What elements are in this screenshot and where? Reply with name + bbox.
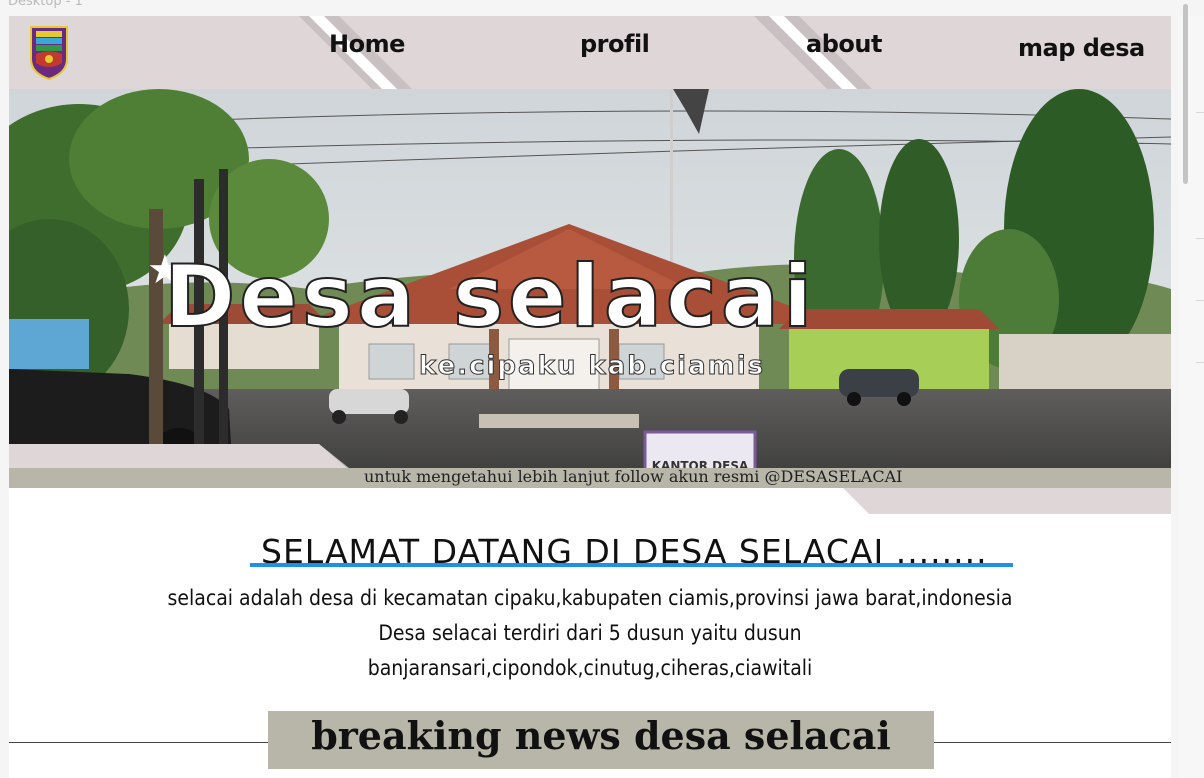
description-line-3: banjaransari,cipondok,cinutug,ciheras,ci… — [367, 656, 813, 680]
hero-subtitle: ke.cipaku kab.ciamis — [418, 351, 766, 382]
follow-instagram-text: untuk mengetahui lebih lanjut follow aku… — [364, 467, 903, 486]
strip-divider — [1196, 362, 1204, 363]
nav-profil-link[interactable]: profil — [580, 30, 650, 58]
hero-title: Desa selacai — [163, 246, 817, 348]
scrollbar-thumb[interactable] — [1183, 4, 1188, 184]
description-line-2: Desa selacai terdiri dari 5 dusun yaitu … — [378, 621, 802, 645]
page: Home profil about map desa KANTOR DESA ★… — [9, 16, 1171, 778]
nav-map-desa-link[interactable]: map desa — [1018, 34, 1145, 62]
village-logo — [30, 26, 68, 81]
welcome-underline — [250, 563, 1013, 567]
side-panel-strip — [1178, 16, 1204, 778]
hero-banner: KANTOR DESA ★ Desa selacai ke.cipaku kab… — [9, 89, 1171, 474]
nav-home-link[interactable]: Home — [329, 30, 405, 58]
strip-divider — [1196, 300, 1204, 301]
breaking-news-banner: breaking news desa selacai — [268, 711, 934, 769]
strip-divider — [1196, 112, 1204, 113]
breaking-news-title: breaking news desa selacai — [311, 713, 891, 758]
strip-divider — [1196, 238, 1204, 239]
description-line-1: selacai adalah desa di kecamatan cipaku,… — [167, 586, 1013, 610]
header: Home profil about map desa — [9, 16, 1171, 96]
frame-label: Desktop - 1 — [8, 0, 83, 9]
nav-about-link[interactable]: about — [806, 30, 882, 58]
